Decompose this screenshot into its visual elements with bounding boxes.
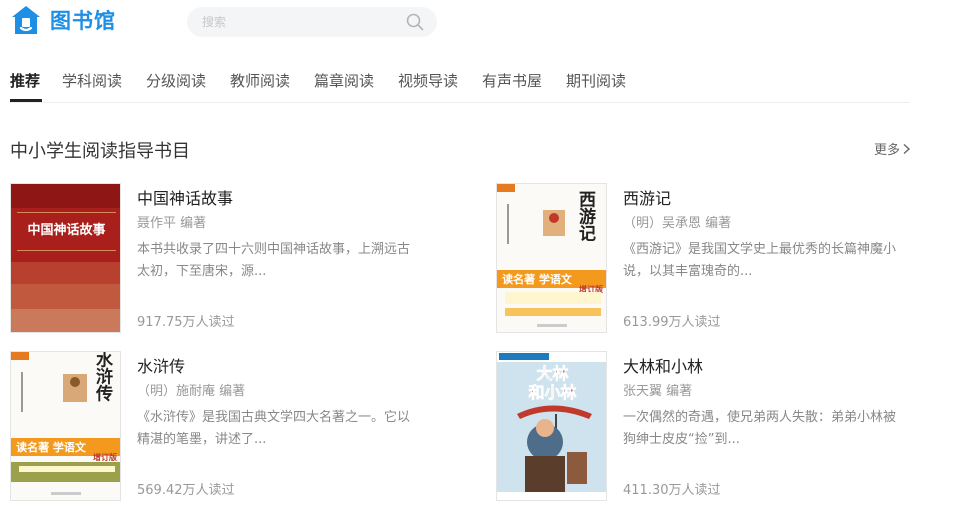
- active-tab-indicator: [10, 99, 42, 102]
- book-author: （明）施耐庵 编著: [137, 384, 246, 399]
- book-cover[interactable]: 西游记 读名著 学语文 增订版: [496, 183, 607, 333]
- book-read-count: 917.75万人读过: [137, 315, 235, 330]
- book-cover-art: 西游记 读名著 学语文 增订版: [497, 184, 606, 332]
- book-card[interactable]: 中国神话故事 中国神话故事 聂作平 编著 本书共收录了四十六则中国神话故事，上溯…: [10, 183, 410, 333]
- logo-text: 图书馆: [50, 9, 116, 33]
- cover-banner: 读名著 学语文: [502, 272, 573, 286]
- book-cover-art: 大林 和小林: [497, 352, 606, 500]
- library-page: 图书馆 推荐 学科阅读 分级阅读 教师阅读 篇章阅读 视频导读 有声书屋 期刊阅…: [0, 0, 977, 524]
- book-cover[interactable]: 水浒传 读名著 学语文 增订版: [10, 351, 121, 501]
- section-title: 中小学生阅读指导书目: [10, 141, 190, 162]
- search-box: [187, 7, 437, 37]
- book-read-count: 411.30万人读过: [623, 483, 721, 498]
- tab-subject-reading[interactable]: 学科阅读: [62, 70, 122, 91]
- cover-badge: 增订版: [93, 452, 117, 462]
- cover-title: 西游记: [575, 191, 596, 242]
- tab-passage-reading[interactable]: 篇章阅读: [314, 70, 374, 91]
- book-title[interactable]: 大林和小林: [623, 353, 703, 377]
- book-card[interactable]: 大林 和小林 大林和小林 张天翼 编著 一次偶然的奇遇，使兄弟两人失散：弟弟小林…: [496, 351, 896, 501]
- book-card[interactable]: 西游记 读名著 学语文 增订版 西游记 （明）吴承恩 编著 《西游记》是我国文学…: [496, 183, 896, 333]
- book-cover-art: 中国神话故事: [11, 184, 120, 332]
- book-description: 本书共收录了四十六则中国神话故事，上溯远古太初，下至唐宋，源...: [137, 242, 411, 279]
- tab-teacher-reading[interactable]: 教师阅读: [230, 70, 290, 91]
- search-input[interactable]: [202, 7, 402, 37]
- book-read-count: 569.42万人读过: [137, 483, 235, 498]
- tab-graded-reading[interactable]: 分级阅读: [146, 70, 206, 91]
- book-cover-art: 水浒传 读名著 学语文 增订版: [11, 352, 120, 500]
- book-description: 《西游记》是我国文学史上最优秀的长篇神魔小说，以其丰富瑰奇的...: [623, 242, 897, 279]
- cover-title-line-1: 大林: [536, 364, 568, 383]
- book-read-count: 613.99万人读过: [623, 315, 721, 330]
- tab-journal-reading[interactable]: 期刊阅读: [566, 70, 626, 91]
- logo[interactable]: 图书馆: [10, 4, 116, 36]
- chevron-right-icon: [903, 143, 911, 154]
- tab-video-guide[interactable]: 视频导读: [398, 70, 458, 91]
- book-author: 聂作平 编著: [137, 216, 207, 231]
- book-title[interactable]: 中国神话故事: [137, 185, 233, 209]
- tab-bar: 推荐 学科阅读 分级阅读 教师阅读 篇章阅读 视频导读 有声书屋 期刊阅读: [10, 66, 910, 103]
- book-title[interactable]: 水浒传: [137, 353, 185, 377]
- cover-title: 水浒传: [92, 352, 114, 402]
- book-cover[interactable]: 中国神话故事: [10, 183, 121, 333]
- book-cover[interactable]: 大林 和小林: [496, 351, 607, 501]
- more-label: 更多: [874, 143, 901, 158]
- search-icon[interactable]: [406, 13, 424, 31]
- book-card[interactable]: 水浒传 读名著 学语文 增订版 水浒传 （明）施耐庵 编著 《水浒传》是我国古典…: [10, 351, 410, 501]
- more-link[interactable]: 更多: [874, 139, 911, 158]
- cover-banner: 读名著 学语文: [16, 440, 87, 454]
- tab-audio-books[interactable]: 有声书屋: [482, 70, 542, 91]
- cover-title-line-2: 和小林: [528, 383, 576, 402]
- cover-title: 中国神话故事: [27, 222, 105, 238]
- tab-recommend[interactable]: 推荐: [10, 70, 40, 91]
- book-author: 张天翼 编著: [623, 384, 693, 399]
- book-title[interactable]: 西游记: [623, 185, 671, 209]
- book-author: （明）吴承恩 编著: [623, 216, 732, 231]
- house-logo-icon: [12, 6, 40, 34]
- book-description: 一次偶然的奇遇，使兄弟两人失散：弟弟小林被狗绅士皮皮“捡”到...: [623, 410, 897, 447]
- book-description: 《水浒传》是我国古典文学四大名著之一。它以精湛的笔墨，讲述了...: [137, 410, 411, 447]
